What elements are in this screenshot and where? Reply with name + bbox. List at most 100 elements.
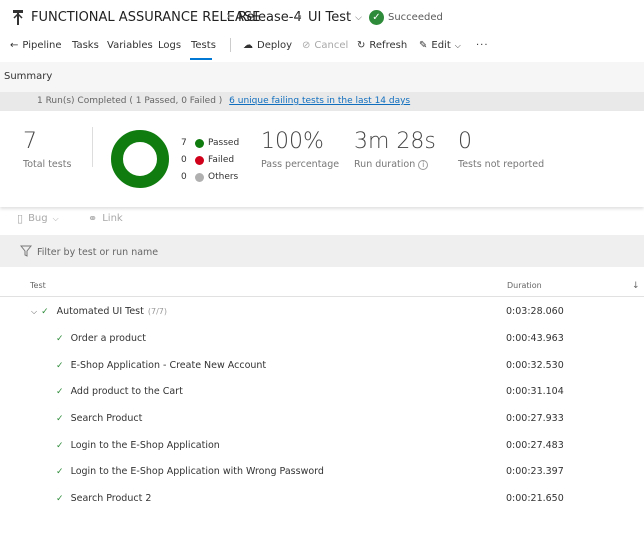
- test-duration: 0:00:32.530: [506, 360, 564, 371]
- table-row[interactable]: ✓ Add product to the Cart: [56, 386, 183, 397]
- failed-label: Failed: [208, 155, 235, 165]
- chevron-down-icon: ⌵: [454, 40, 461, 50]
- chevron-right-icon: ›: [226, 9, 232, 24]
- tab-variables[interactable]: Variables: [107, 40, 153, 51]
- run-duration-value: 3m 28s: [354, 129, 436, 154]
- run-duration-label-group: Run duration i: [354, 159, 429, 170]
- arrow-left-icon: ←: [10, 40, 19, 51]
- info-icon[interactable]: i: [418, 159, 429, 170]
- test-duration: 0:00:21.650: [506, 493, 564, 504]
- passed-dot-icon: [195, 138, 204, 148]
- test-name: Search Product 2: [70, 493, 152, 504]
- chevron-right-icon: ›: [297, 9, 303, 24]
- legend-passed: 7 Passed: [181, 138, 239, 148]
- check-icon: ✓: [56, 334, 64, 344]
- header-divider: [0, 296, 644, 297]
- more-options-button[interactable]: ···: [476, 40, 489, 51]
- run-duration-label: Run duration: [354, 159, 416, 170]
- check-icon: ✓: [56, 494, 64, 504]
- passed-count: 7: [181, 138, 187, 148]
- failed-dot-icon: [195, 155, 204, 165]
- pipeline-label: Pipeline: [22, 40, 62, 51]
- table-row[interactable]: ✓ Order a product: [56, 333, 146, 344]
- failed-count: 0: [181, 155, 187, 165]
- failing-tests-link[interactable]: 6 unique failing tests in the last 14 da…: [229, 96, 410, 106]
- pencil-icon: ✎: [419, 40, 428, 51]
- summary-title: Summary: [4, 71, 53, 82]
- bug-label: Bug: [28, 213, 48, 224]
- cancel-button[interactable]: ⊘ Cancel: [302, 40, 348, 51]
- test-name: Add product to the Cart: [70, 386, 183, 397]
- release-icon: [13, 10, 23, 25]
- runs-count-text: 1 Run(s) Completed ( 1 Passed, 0 Failed …: [37, 96, 223, 106]
- edit-button[interactable]: ✎ Edit ⌵: [419, 40, 461, 51]
- document-icon: ▯: [17, 212, 24, 225]
- column-header-duration[interactable]: Duration: [507, 281, 542, 290]
- pass-donut-chart: [111, 130, 169, 188]
- total-tests-value: 7: [23, 129, 37, 154]
- create-bug-button[interactable]: ▯ Bug ⌵: [17, 212, 59, 225]
- test-name: Login to the E-Shop Application: [70, 440, 220, 451]
- table-row[interactable]: ✓ E-Shop Application - Create New Accoun…: [56, 360, 266, 371]
- filter-icon: [20, 245, 32, 257]
- refresh-button[interactable]: ↻ Refresh: [357, 40, 407, 51]
- filter-input[interactable]: Filter by test or run name: [37, 247, 158, 258]
- check-icon: ✓: [56, 387, 64, 397]
- succeeded-check-icon: ✓: [369, 10, 384, 25]
- table-row[interactable]: ✓ Search Product 2: [56, 493, 151, 504]
- tab-tests[interactable]: Tests: [191, 40, 216, 51]
- test-name: Login to the E-Shop Application with Wro…: [70, 466, 324, 477]
- chevron-down-icon: ⌵: [355, 12, 362, 23]
- group-name: Automated UI Test: [56, 306, 144, 317]
- total-tests-label: Total tests: [23, 159, 72, 170]
- release-breadcrumb[interactable]: Release-4: [238, 10, 302, 25]
- refresh-icon: ↻: [357, 40, 366, 51]
- status-text: Succeeded: [388, 12, 443, 23]
- test-duration: 0:00:31.104: [506, 386, 564, 397]
- deploy-label: Deploy: [257, 40, 293, 51]
- check-icon: ✓: [56, 441, 64, 451]
- cloud-icon: ☁: [243, 40, 253, 51]
- others-label: Others: [208, 172, 239, 182]
- link-button[interactable]: ⚭ Link: [88, 212, 123, 225]
- group-count: (7/7): [147, 307, 167, 316]
- not-reported-label: Tests not reported: [458, 159, 545, 170]
- test-group-row[interactable]: ⌵ ✓ Automated UI Test (7/7): [31, 306, 167, 317]
- check-icon: ✓: [56, 467, 64, 477]
- summary-divider: [92, 127, 93, 167]
- chevron-down-icon[interactable]: ⌵: [31, 307, 37, 317]
- edit-label: Edit: [431, 40, 451, 51]
- test-duration: 0:00:27.483: [506, 440, 564, 451]
- sort-arrow-icon[interactable]: ↓: [632, 281, 640, 291]
- table-row[interactable]: ✓ Search Product: [56, 413, 142, 424]
- back-to-pipeline-button[interactable]: ← Pipeline: [10, 40, 62, 51]
- legend-others: 0 Others: [181, 172, 238, 182]
- legend-failed: 0 Failed: [181, 155, 234, 165]
- cancel-label: Cancel: [314, 40, 349, 51]
- stage-dropdown[interactable]: UI Test ⌵: [308, 10, 362, 25]
- check-icon: ✓: [56, 414, 64, 424]
- test-name: E-Shop Application - Create New Account: [70, 360, 267, 371]
- table-row[interactable]: ✓ Login to the E-Shop Application: [56, 440, 220, 451]
- link-icon: ⚭: [88, 212, 98, 225]
- donut-passed-ring: [111, 130, 169, 188]
- others-dot-icon: [195, 172, 204, 182]
- refresh-label: Refresh: [369, 40, 408, 51]
- test-duration: 0:00:27.933: [506, 413, 564, 424]
- test-name: Search Product: [70, 413, 143, 424]
- tab-tasks[interactable]: Tasks: [72, 40, 99, 51]
- toolbar-divider: [230, 38, 231, 52]
- not-reported-value: 0: [458, 129, 472, 154]
- chevron-down-icon: ⌵: [52, 213, 59, 223]
- tab-logs[interactable]: Logs: [158, 40, 181, 51]
- column-header-test[interactable]: Test: [30, 281, 46, 290]
- others-count: 0: [181, 172, 187, 182]
- check-icon: ✓: [56, 361, 64, 371]
- pass-percentage-value: 100%: [261, 129, 324, 154]
- deploy-button[interactable]: ☁ Deploy: [243, 40, 292, 51]
- link-label: Link: [102, 213, 123, 224]
- active-tab-indicator: [190, 58, 212, 60]
- test-duration: 0:00:43.963: [506, 333, 564, 344]
- test-name: Order a product: [70, 333, 146, 344]
- table-row[interactable]: ✓ Login to the E-Shop Application with W…: [56, 466, 324, 477]
